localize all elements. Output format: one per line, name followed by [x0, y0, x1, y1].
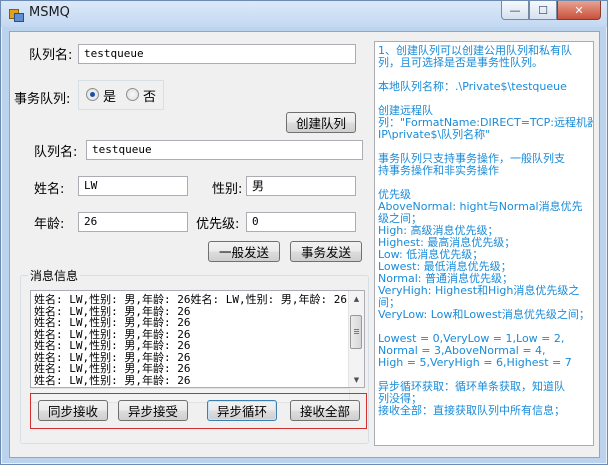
- name-label: 姓名:: [34, 182, 65, 197]
- radio-no-label[interactable]: 否: [143, 86, 156, 105]
- radio-yes[interactable]: [86, 88, 99, 101]
- priority-label: 优先级:: [196, 217, 240, 232]
- info-line: 持事务操作和非实务操作: [378, 164, 499, 177]
- queue-name-input[interactable]: testqueue: [78, 44, 356, 64]
- info-textbox[interactable]: 1、创建队列可以创建公用队列和私有队 列，且可选择是否是事务性队列。 本地队列名…: [374, 41, 594, 446]
- app-window: MSMQ — ☐ ✕ 队列名: testqueue 事务队列: 是 否 创建队列…: [0, 0, 608, 465]
- transaction-queue-label: 事务队列:: [14, 92, 71, 107]
- message-line: 姓名: LW,性别: 男,年龄: 26: [34, 362, 191, 375]
- info-line: VeryLow: Low和Lowest消息优先级之间；: [378, 308, 590, 321]
- name-input[interactable]: LW: [78, 176, 188, 196]
- title-bar[interactable]: MSMQ — ☐ ✕: [1, 1, 607, 27]
- async-loop-button[interactable]: 异步循环: [207, 400, 277, 421]
- info-line: IP\private$\队列名称": [378, 128, 491, 141]
- info-line: 列，且可选择是否是事务性队列。: [378, 56, 543, 69]
- receive-all-button[interactable]: 接收全部: [290, 400, 360, 421]
- message-line: 姓名: LW,性别: 男,年龄: 26: [34, 339, 191, 352]
- age-input[interactable]: 26: [78, 212, 188, 232]
- create-queue-button[interactable]: 创建队列: [286, 112, 356, 133]
- transaction-radio-group: 是 否: [78, 80, 164, 110]
- transaction-send-button[interactable]: 事务发送: [290, 241, 362, 262]
- scroll-thumb[interactable]: [350, 315, 362, 349]
- message-group-title: 消息信息: [28, 267, 81, 284]
- gender-label: 性别:: [212, 182, 243, 197]
- info-line: VeryHigh: Highest和High消息优先级之: [378, 284, 580, 297]
- message-line: 姓名: LW,性别: 男,年龄: 26: [34, 316, 191, 329]
- sync-receive-button[interactable]: 同步接收: [38, 400, 108, 421]
- queue-name2-input[interactable]: testqueue: [86, 140, 363, 160]
- window-title: MSMQ: [29, 5, 70, 20]
- scroll-up-icon[interactable]: ▲: [349, 291, 364, 306]
- info-line: High = 5,VeryHigh = 6,Highest = 7: [378, 356, 572, 369]
- message-textbox[interactable]: 姓名: LW,性别: 男,年龄: 26姓名: LW,性别: 男,年龄: 26 姓…: [30, 290, 365, 388]
- message-line: 姓名: LW,性别: 男,年龄: 26: [34, 373, 191, 387]
- normal-send-button[interactable]: 一般发送: [208, 241, 280, 262]
- age-label: 年龄:: [34, 217, 65, 232]
- message-line: 姓名: LW,性别: 男,年龄: 26姓名: LW,性别: 男,年龄: 26: [34, 293, 347, 306]
- queue-name2-label: 队列名:: [34, 145, 78, 160]
- async-receive-button[interactable]: 异步接受: [118, 400, 188, 421]
- message-vertical-scrollbar[interactable]: ▲ ▼: [348, 291, 364, 387]
- maximize-button[interactable]: ☐: [529, 1, 557, 20]
- radio-yes-label[interactable]: 是: [103, 86, 116, 105]
- info-line: 接收全部：直接获取队列中所有信息；: [378, 404, 565, 417]
- close-button[interactable]: ✕: [557, 1, 601, 20]
- radio-no[interactable]: [126, 88, 139, 101]
- priority-input[interactable]: 0: [246, 212, 356, 232]
- info-line: 本地队列名称：.\Private$\testqueue: [378, 80, 567, 93]
- queue-name-label: 队列名:: [29, 48, 73, 63]
- minimize-button[interactable]: —: [501, 1, 529, 20]
- gender-input[interactable]: 男: [246, 176, 356, 196]
- form-client-area: 队列名: testqueue 事务队列: 是 否 创建队列 队列名: testq…: [9, 31, 600, 458]
- app-icon: [9, 7, 24, 22]
- scroll-down-icon[interactable]: ▼: [349, 372, 364, 387]
